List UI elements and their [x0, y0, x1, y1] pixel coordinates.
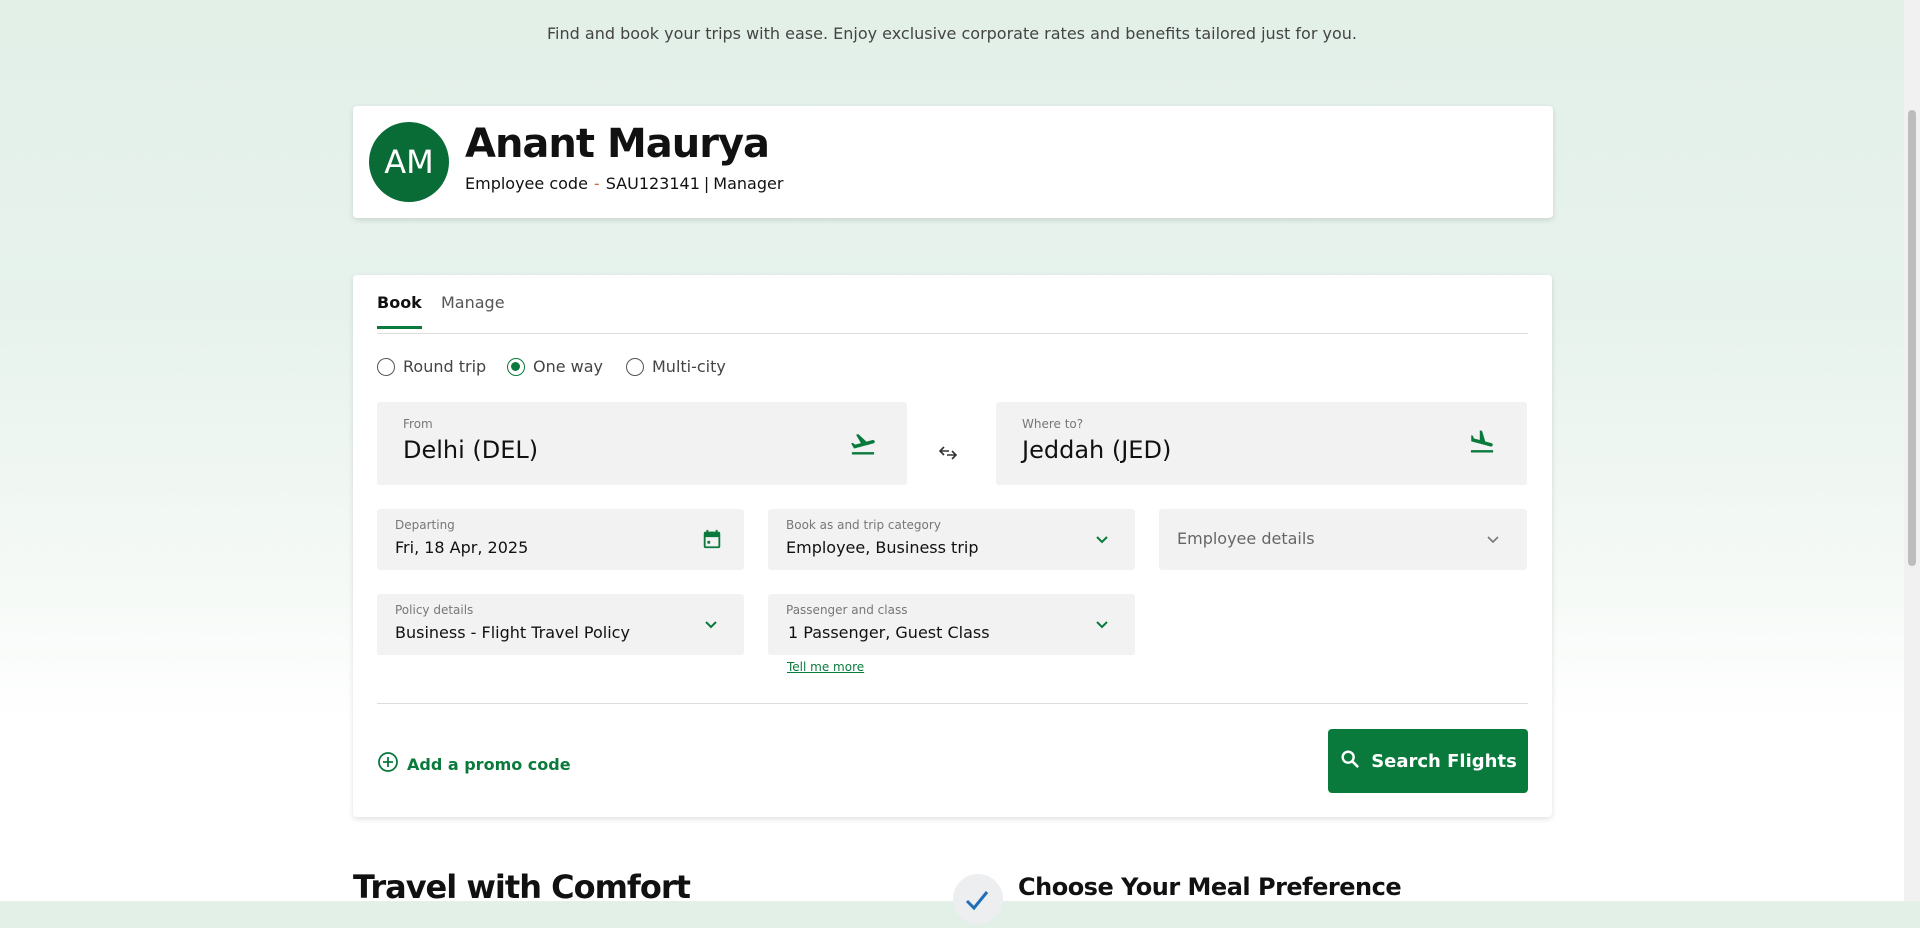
tell-me-more-link[interactable]: Tell me more: [787, 660, 864, 674]
book-as-label: Book as and trip category: [786, 518, 941, 532]
passenger-field[interactable]: Passenger and class 1 Passenger, Guest C…: [768, 594, 1135, 655]
profile-name: Anant Maurya: [465, 121, 770, 167]
profile-card: AM Anant Maurya Employee code - SAU123141 |…: [353, 106, 1553, 218]
radio-one-way[interactable]: One way: [507, 357, 603, 376]
search-icon: [1339, 748, 1371, 775]
from-label: From: [403, 417, 433, 431]
employee-details-field[interactable]: Employee details: [1159, 509, 1527, 570]
divider: [377, 703, 1528, 704]
swap-arrows-icon: [937, 445, 959, 465]
radio-circle-icon: [626, 357, 644, 376]
chevron-down-icon: [1094, 616, 1110, 636]
departing-field[interactable]: Departing Fri, 18 Apr, 2025: [377, 509, 744, 570]
employee-code: SAU123141: [605, 174, 700, 193]
departing-value: Fri, 18 Apr, 2025: [395, 538, 529, 557]
calendar-icon: [701, 528, 723, 554]
add-promo-code-button[interactable]: Add a promo code: [377, 751, 571, 777]
to-value: Jeddah (JED): [1022, 436, 1172, 464]
radio-checked-icon: [507, 357, 525, 376]
flight-takeoff-icon: [849, 430, 877, 462]
scrollbar[interactable]: [1904, 0, 1920, 901]
to-field[interactable]: Where to? Jeddah (JED): [996, 402, 1527, 485]
from-value: Delhi (DEL): [403, 436, 539, 464]
booking-card: Book Manage Round trip One way Multi-cit…: [353, 275, 1552, 817]
tab-book[interactable]: Book: [377, 293, 422, 329]
chevron-down-icon: [1094, 531, 1110, 551]
avatar: AM: [369, 122, 449, 202]
plus-circle-icon: [377, 751, 407, 777]
chevron-down-icon: [703, 616, 719, 636]
policy-label: Policy details: [395, 603, 474, 617]
comfort-section-title: Travel with Comfort: [353, 868, 691, 906]
booking-tabs: Book Manage: [377, 275, 1528, 334]
employee-details-placeholder: Employee details: [1177, 529, 1315, 548]
policy-value: Business - Flight Travel Policy: [395, 623, 630, 642]
policy-field[interactable]: Policy details Business - Flight Travel …: [377, 594, 744, 655]
chevron-down-icon: [1485, 531, 1501, 551]
radio-multi-city[interactable]: Multi-city: [626, 357, 726, 376]
passenger-value: 1 Passenger, Guest Class: [788, 623, 990, 642]
search-label: Search Flights: [1371, 750, 1517, 772]
book-as-field[interactable]: Book as and trip category Employee, Busi…: [768, 509, 1135, 570]
departing-label: Departing: [395, 518, 455, 532]
book-as-value: Employee, Business trip: [786, 538, 979, 557]
passenger-label: Passenger and class: [786, 603, 908, 617]
intro-text: Find and book your trips with ease. Enjo…: [547, 24, 1357, 43]
employee-code-label: Employee code: [465, 174, 588, 193]
employee-role: Manager: [713, 174, 784, 193]
separator-pipe: |: [703, 174, 710, 193]
profile-meta: Employee code - SAU123141 | Manager: [465, 174, 783, 193]
swap-button[interactable]: [930, 437, 966, 473]
tab-manage[interactable]: Manage: [441, 293, 505, 326]
radio-label: One way: [533, 357, 604, 376]
meal-check-icon: [953, 874, 1003, 924]
flight-land-icon: [1468, 428, 1496, 460]
to-label: Where to?: [1022, 417, 1084, 431]
radio-label: Multi-city: [652, 357, 726, 376]
search-flights-button[interactable]: Search Flights: [1328, 729, 1528, 793]
promo-label: Add a promo code: [407, 754, 571, 774]
scrollbar-thumb[interactable]: [1908, 110, 1916, 566]
radio-circle-icon: [377, 357, 395, 376]
meal-section-title: Choose Your Meal Preference: [1018, 873, 1402, 901]
radio-label: Round trip: [403, 357, 487, 376]
radio-round-trip[interactable]: Round trip: [377, 357, 486, 376]
separator-dash: -: [593, 174, 600, 193]
from-field[interactable]: From Delhi (DEL): [377, 402, 907, 485]
